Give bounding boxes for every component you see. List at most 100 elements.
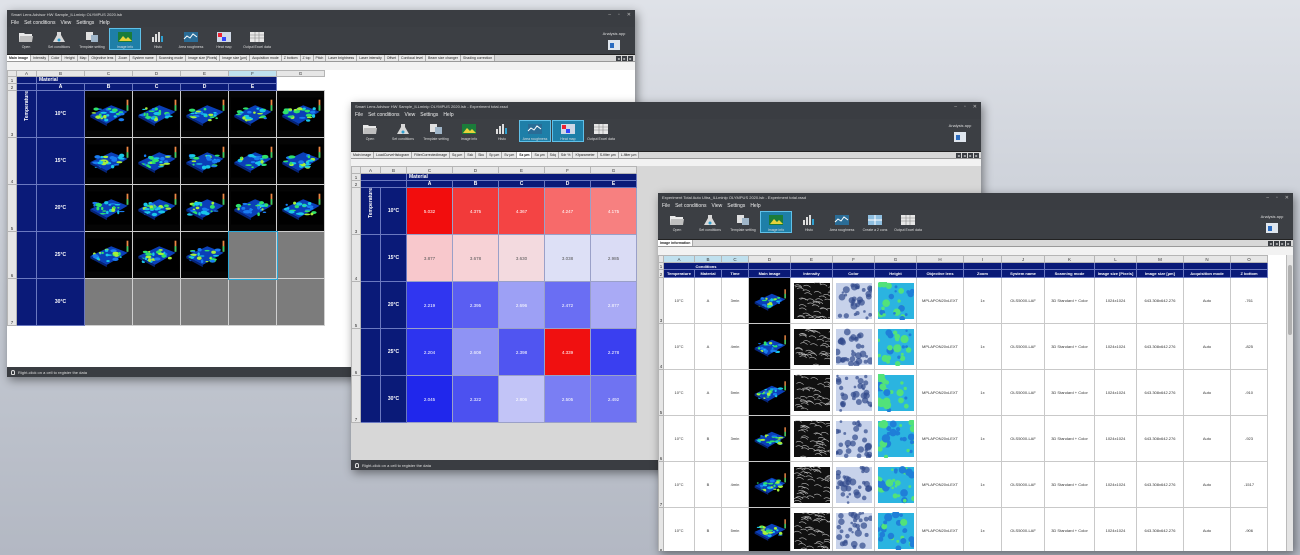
tab-sp-m[interactable]: Sp µm — [487, 152, 503, 158]
tab-sz-m[interactable]: Sz µm — [517, 152, 533, 158]
heat-cell[interactable]: 2.204 — [406, 328, 453, 376]
main-image-cell[interactable] — [748, 277, 791, 324]
tab-prev-icon[interactable]: ◂ — [616, 55, 621, 61]
main-image-cell[interactable] — [748, 323, 791, 370]
image-size-pixels-cell[interactable]: 1024x1024 — [1094, 461, 1137, 508]
image-cell[interactable] — [84, 231, 133, 279]
objective-lens-cell[interactable]: MPLAPON20xLEXT — [916, 323, 964, 370]
heat-cell[interactable]: 4.175 — [590, 187, 637, 235]
tab-filtercorrectedimage[interactable]: FilterCorrectedImage — [412, 152, 451, 158]
heat-cell[interactable]: 2.505 — [544, 375, 591, 423]
heat-cell[interactable]: 2.398 — [498, 328, 545, 376]
minimize-icon[interactable]: – — [1266, 195, 1269, 201]
menu-set-conditions[interactable]: Set conditions — [24, 20, 55, 26]
scanning-mode-cell[interactable]: 3D Standard + Color — [1044, 369, 1095, 416]
material-cell[interactable]: B — [694, 507, 722, 551]
acquisition-mode-cell[interactable]: Auto — [1183, 507, 1231, 551]
tab-last-icon[interactable]: ▸ — [1286, 240, 1291, 246]
zoom-cell[interactable]: 1x — [963, 369, 1002, 416]
area-roughness-button[interactable]: Area roughness — [827, 212, 857, 232]
close-icon[interactable]: ✕ — [973, 104, 977, 110]
tab-sv-m[interactable]: Sv µm — [502, 152, 518, 158]
maximize-icon[interactable]: ▫ — [964, 104, 966, 110]
image-cell[interactable] — [132, 231, 181, 279]
row-number[interactable]: 7 — [351, 375, 361, 423]
tab-confocal-level[interactable]: Confocal level — [399, 55, 427, 61]
objective-lens-cell[interactable]: MPLAPON20xLEXT — [916, 415, 964, 462]
empty-cell[interactable] — [84, 278, 133, 326]
column-header-c[interactable]: C — [721, 255, 749, 263]
material-cell[interactable]: A — [694, 277, 722, 324]
row-number[interactable]: 1 — [7, 76, 17, 84]
vertical-scrollbar[interactable] — [1286, 255, 1293, 551]
analysis-app-button[interactable]: Analysis app — [943, 121, 977, 145]
main-image-cell[interactable] — [748, 415, 791, 462]
menu-view[interactable]: View — [711, 203, 722, 209]
image-cell[interactable] — [228, 137, 277, 185]
empty-cell[interactable] — [276, 231, 325, 279]
tab-shading-correction[interactable]: Shading correction — [461, 55, 496, 61]
image-size-um-cell[interactable]: 643.308x642.276 — [1136, 507, 1184, 551]
area-roughness-button[interactable]: Area roughness — [519, 120, 551, 142]
heat-cell[interactable]: 2.045 — [406, 375, 453, 423]
column-header-d[interactable]: D — [452, 166, 499, 174]
intensity-image-cell[interactable] — [790, 415, 833, 462]
heat-cell[interactable]: 3.877 — [406, 234, 453, 282]
image-info-button[interactable]: Image info — [109, 28, 141, 50]
tab-objective-lens[interactable]: Objective lens — [89, 55, 117, 61]
row-number[interactable]: 5 — [351, 281, 361, 329]
zoom-cell[interactable]: 1x — [963, 415, 1002, 462]
tab-main-image[interactable]: Main image — [351, 152, 375, 158]
tab-height[interactable]: Height — [62, 55, 78, 61]
heat-cell[interactable]: 2.877 — [590, 281, 637, 329]
image-cell[interactable] — [132, 137, 181, 185]
heat-cell[interactable]: 2.472 — [544, 281, 591, 329]
heat-cell[interactable]: 2.696 — [498, 281, 545, 329]
heat-cell[interactable]: 2.219 — [406, 281, 453, 329]
material-cell[interactable]: A — [694, 369, 722, 416]
tab-system-name[interactable]: System name — [130, 55, 157, 61]
temperature-cell[interactable]: 10°C — [663, 277, 695, 324]
scanning-mode-cell[interactable]: 3D Standard + Color — [1044, 461, 1095, 508]
image-cell[interactable] — [276, 90, 325, 138]
system-name-cell[interactable]: OLS5000-LAF — [1001, 507, 1045, 551]
image-size-pixels-cell[interactable]: 1024x1024 — [1094, 415, 1137, 462]
tab-ssk[interactable]: Ssk — [465, 152, 477, 158]
z-bottom-cell[interactable]: -906 — [1230, 507, 1268, 551]
tab-image-size-m[interactable]: Image size [µm] — [220, 55, 251, 61]
menu-file[interactable]: File — [662, 203, 670, 209]
time-cell[interactable]: 4min — [721, 461, 749, 508]
system-name-cell[interactable]: OLS5000-LAF — [1001, 277, 1045, 324]
row-number[interactable]: 2 — [7, 83, 17, 91]
zoom-cell[interactable]: 1x — [963, 461, 1002, 508]
tab-main-image[interactable]: Main image — [7, 55, 32, 61]
column-header-b[interactable]: B — [380, 166, 407, 174]
column-header-e[interactable]: E — [498, 166, 545, 174]
heat-cell[interactable]: 2.322 — [452, 375, 499, 423]
row-number[interactable]: 4 — [7, 137, 17, 185]
histo-button[interactable]: Histo — [143, 29, 173, 49]
color-image-cell[interactable] — [832, 415, 875, 462]
tab-pitch[interactable]: Pitch — [313, 55, 327, 61]
objective-lens-cell[interactable]: MPLAPON20xLEXT — [916, 277, 964, 324]
system-name-cell[interactable]: OLS5000-LAF — [1001, 461, 1045, 508]
tab-offset[interactable]: Offset — [384, 55, 400, 61]
image-size-pixels-cell[interactable]: 1024x1024 — [1094, 323, 1137, 370]
temperature-cell[interactable]: 10°C — [663, 415, 695, 462]
color-image-cell[interactable] — [832, 277, 875, 324]
area-roughness-button[interactable]: Area roughness — [176, 29, 206, 49]
zoom-cell[interactable]: 1x — [963, 507, 1002, 551]
tab-laser-brightness[interactable]: Laser brightness — [326, 55, 358, 61]
tab-zoom[interactable]: Zoom — [116, 55, 131, 61]
image-cell[interactable] — [84, 90, 133, 138]
column-header-h[interactable]: H — [916, 255, 964, 263]
heat-cell[interactable]: 4.247 — [544, 187, 591, 235]
row-number[interactable]: 3 — [7, 90, 17, 138]
column-header-i[interactable]: I — [963, 255, 1002, 263]
image-cell[interactable] — [132, 90, 181, 138]
template-setting-button[interactable]: Template setting — [421, 121, 451, 141]
time-cell[interactable]: 3min — [721, 277, 749, 324]
menu-view[interactable]: View — [60, 20, 71, 26]
intensity-image-cell[interactable] — [790, 507, 833, 551]
temperature-cell[interactable]: 10°C — [663, 369, 695, 416]
